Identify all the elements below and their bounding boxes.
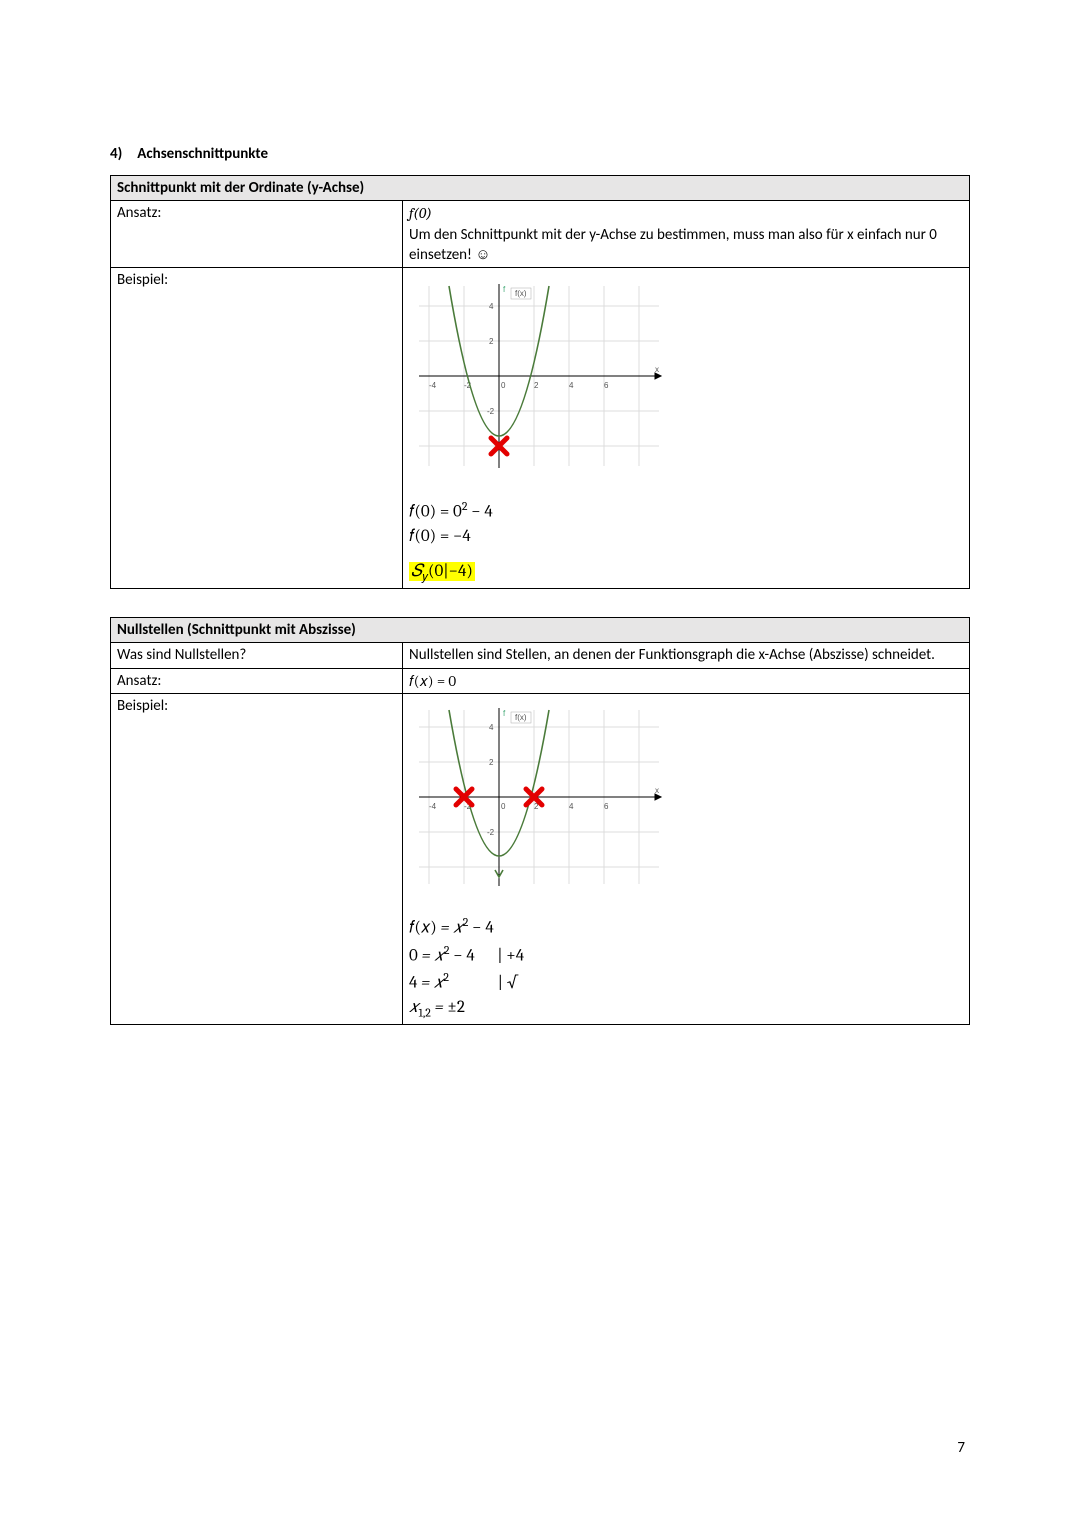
table2-ansatz-label: Ansatz: <box>111 668 403 693</box>
table1-ansatz-content: f(0) Um den Schnittpunkt mit der y-Achse… <box>403 201 970 268</box>
svg-text:2: 2 <box>489 758 494 767</box>
parabola-graph-1: -4 -2 0 2 4 6 2 4 -2 x f f(x) <box>409 276 669 476</box>
table1-beispiel-label: Beispiel: <box>111 268 403 589</box>
svg-text:0: 0 <box>501 381 506 390</box>
svg-text:6: 6 <box>604 802 609 811</box>
parabola-graph-2: -4 -2 0 2 4 6 2 4 -2 x f f(x) <box>409 702 669 892</box>
table-abszisse: Nullstellen (Schnittpunkt mit Abszisse) … <box>110 617 970 1025</box>
graph-2: -4 -2 0 2 4 6 2 4 -2 x f f(x) <box>409 696 963 908</box>
svg-text:-2: -2 <box>487 828 495 837</box>
table1-equations: 𝑓(0) = 02 − 4 𝑓(0) = −4 𝑆𝑦(0|−4) <box>409 498 963 584</box>
table1-beispiel-content: -4 -2 0 2 4 6 2 4 -2 x f f(x) <box>403 268 970 589</box>
table2-q-label: Was sind Nullstellen? <box>111 643 403 668</box>
svg-text:4: 4 <box>489 723 494 732</box>
svg-text:2: 2 <box>534 381 539 390</box>
svg-text:4: 4 <box>569 802 574 811</box>
svg-text:0: 0 <box>501 802 506 811</box>
table1-ansatz-label: Ansatz: <box>111 201 403 268</box>
svg-text:f: f <box>503 285 506 294</box>
page-number: 7 <box>957 1439 965 1457</box>
svg-text:-4: -4 <box>429 802 437 811</box>
svg-text:6: 6 <box>604 381 609 390</box>
svg-text:f: f <box>503 709 506 718</box>
table2-beispiel-label: Beispiel: <box>111 693 403 1024</box>
page: 4) Achsenschnittpunkte Schnittpunkt mit … <box>0 0 1080 1527</box>
table2-beispiel-content: -4 -2 0 2 4 6 2 4 -2 x f f(x) <box>403 693 970 1024</box>
svg-text:x: x <box>655 365 659 374</box>
svg-text:2: 2 <box>489 337 494 346</box>
f0: f(0) <box>409 204 432 222</box>
svg-text:f(x): f(x) <box>515 713 527 722</box>
graph-1: -4 -2 0 2 4 6 2 4 -2 x f f(x) <box>409 270 963 492</box>
table1-header: Schnittpunkt mit der Ordinate (y-Achse) <box>111 176 970 201</box>
table2-header: Nullstellen (Schnittpunkt mit Abszisse) <box>111 618 970 643</box>
table2-q-answer: Nullstellen sind Stellen, an denen der F… <box>403 643 970 668</box>
svg-text:4: 4 <box>489 302 494 311</box>
svg-text:4: 4 <box>569 381 574 390</box>
table-ordinate: Schnittpunkt mit der Ordinate (y-Achse) … <box>110 175 970 589</box>
svg-text:x: x <box>655 786 659 795</box>
svg-text:-4: -4 <box>429 381 437 390</box>
table2-ansatz-value: 𝑓(𝑥) = 0 <box>403 668 970 693</box>
svg-text:-2: -2 <box>487 407 495 416</box>
section-heading: 4) Achsenschnittpunkte <box>110 145 970 163</box>
table2-equations: 𝑓(𝑥) = 𝑥2 − 4 0 = 𝑥2 − 4 | +4 4 = 𝑥2 | √… <box>409 914 963 1020</box>
svg-text:f(x): f(x) <box>515 289 527 298</box>
table1-ansatz-text: Um den Schnittpunkt mit der y-Achse zu b… <box>409 226 937 264</box>
